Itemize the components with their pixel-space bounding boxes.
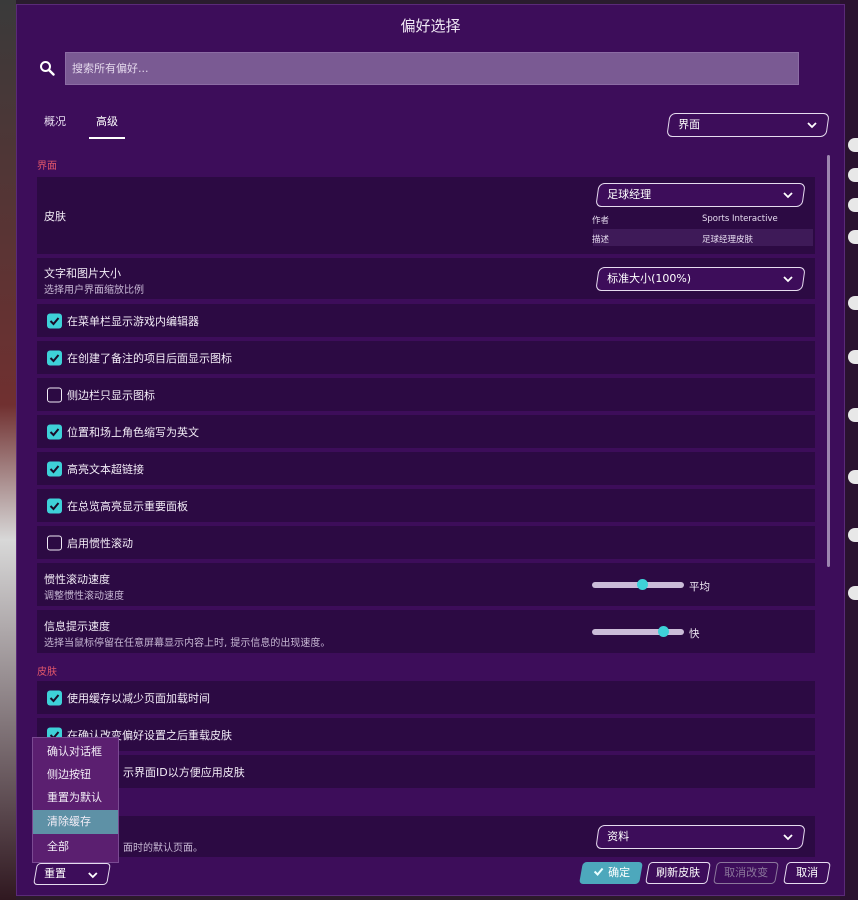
skin-setting-row: 皮肤 足球经理 作者 Sports Interactive 描述 足球经理皮肤 xyxy=(37,177,815,254)
preferences-dialog: 偏好选择 概况 高级 界面 界面 皮肤 足球经理 作者 Sports Inter… xyxy=(16,4,845,896)
slider-knob[interactable] xyxy=(658,626,670,637)
cancel-changes-label: 取消改变 xyxy=(724,866,769,879)
reset-button-label: 重置 xyxy=(44,867,67,880)
chevron-down-icon xyxy=(88,872,98,879)
checkbox-checked-icon[interactable] xyxy=(47,350,62,365)
section-interface: 界面 xyxy=(37,161,57,172)
checkbox-unchecked-icon[interactable] xyxy=(47,535,62,550)
check-icon xyxy=(593,867,603,876)
skin-description-value: 足球经理皮肤 xyxy=(702,235,754,245)
scrollbar[interactable] xyxy=(827,155,830,567)
tooltip-speed-row: 信息提示速度 选择当鼠标停留在任意屏幕显示内容上时, 提示信息的出现速度。 快 xyxy=(37,610,815,653)
checkbox-row[interactable]: 在总览高亮显示重要面板 xyxy=(37,489,815,522)
refresh-skin-button[interactable]: 刷新皮肤 xyxy=(645,862,711,884)
text-size-sub: 选择用户界面缩放比例 xyxy=(44,285,144,296)
menu-item-confirm-dialogs[interactable]: 确认对话框 xyxy=(33,740,118,764)
checkbox-row[interactable]: 在创建了备注的项目后面显示图标 xyxy=(37,341,815,374)
text-size-dropdown[interactable]: 标准大小(100%) xyxy=(595,267,806,291)
checkbox-label: 使用缓存以减少页面加载时间 xyxy=(67,691,210,705)
category-dropdown[interactable]: 界面 xyxy=(666,113,830,137)
checkbox-checked-icon[interactable] xyxy=(47,424,62,439)
chevron-down-icon xyxy=(783,192,793,199)
checkbox-row[interactable]: 在确认改变偏好设置之后重载皮肤 xyxy=(37,718,815,751)
cancel-changes-button[interactable]: 取消改变 xyxy=(713,862,779,884)
skin-dropdown-value: 足球经理 xyxy=(607,188,652,201)
menu-item-side-buttons[interactable]: 侧边按钮 xyxy=(33,763,118,787)
tab-overview[interactable]: 概况 xyxy=(37,115,73,139)
cancel-label: 取消 xyxy=(796,866,819,879)
checkbox-row[interactable]: 使用缓存以减少页面加载时间 xyxy=(37,681,815,714)
default-page-sub: 面时的默认页面。 xyxy=(123,843,203,854)
inertia-speed-sub: 调整惯性滚动速度 xyxy=(44,591,124,602)
chevron-down-icon xyxy=(783,834,793,841)
menu-item-all[interactable]: 全部 xyxy=(33,835,118,859)
checkbox-checked-icon[interactable] xyxy=(47,313,62,328)
checkbox-row[interactable]: 示界面ID以方便应用皮肤 xyxy=(37,755,815,788)
inertia-speed-slider[interactable] xyxy=(592,579,684,590)
checkbox-label: 在菜单栏显示游戏内编辑器 xyxy=(67,314,199,328)
ok-button[interactable]: 确定 xyxy=(579,862,643,884)
chevron-down-icon xyxy=(783,276,793,283)
checkbox-label: 位置和场上角色缩写为英文 xyxy=(67,425,199,439)
text-size-row: 文字和图片大小 选择用户界面缩放比例 标准大小(100%) xyxy=(37,258,815,299)
checkbox-checked-icon[interactable] xyxy=(47,498,62,513)
text-size-dropdown-value: 标准大小(100%) xyxy=(607,272,692,285)
search-icon xyxy=(39,60,55,76)
tooltip-speed-sub: 选择当鼠标停留在任意屏幕显示内容上时, 提示信息的出现速度。 xyxy=(44,638,331,649)
checkbox-label: 在创建了备注的项目后面显示图标 xyxy=(67,351,232,365)
chevron-down-icon xyxy=(807,122,817,129)
skin-setting-label: 皮肤 xyxy=(44,210,66,223)
skin-author-value: Sports Interactive xyxy=(702,214,778,224)
tooltip-speed-label: 信息提示速度 xyxy=(44,620,110,633)
inertia-speed-value: 平均 xyxy=(689,581,710,593)
checkbox-checked-icon[interactable] xyxy=(47,461,62,476)
search-input[interactable] xyxy=(65,52,799,85)
menu-item-reset-default[interactable]: 重置为默认 xyxy=(33,786,118,810)
inertia-speed-label: 惯性滚动速度 xyxy=(44,573,110,586)
checkbox-row[interactable]: 侧边栏只显示图标 xyxy=(37,378,815,411)
default-page-row: 面时的默认页面。 资料 xyxy=(37,816,815,857)
cancel-button[interactable]: 取消 xyxy=(783,862,831,884)
checkbox-label: 示界面ID以方便应用皮肤 xyxy=(123,765,245,779)
checkbox-row[interactable]: 高亮文本超链接 xyxy=(37,452,815,485)
reset-popup-menu: 确认对话框 侧边按钮 重置为默认 清除缓存 全部 xyxy=(32,737,119,863)
background-left-edge xyxy=(0,0,16,900)
skin-author-key: 作者 xyxy=(592,216,610,226)
checkbox-row[interactable]: 位置和场上角色缩写为英文 xyxy=(37,415,815,448)
checkbox-row[interactable]: 在菜单栏显示游戏内编辑器 xyxy=(37,304,815,337)
tab-bar: 概况 高级 xyxy=(37,115,141,141)
slider-knob[interactable] xyxy=(637,579,649,590)
checkbox-checked-icon[interactable] xyxy=(47,690,62,705)
ok-button-label: 确定 xyxy=(607,866,630,879)
checkbox-row[interactable]: 启用惯性滚动 xyxy=(37,526,815,559)
skin-description-key: 描述 xyxy=(592,235,610,245)
tab-advanced[interactable]: 高级 xyxy=(89,115,125,139)
default-page-dropdown[interactable]: 资料 xyxy=(595,825,806,849)
search-bar xyxy=(37,52,799,85)
skin-dropdown[interactable]: 足球经理 xyxy=(595,183,806,207)
default-page-dropdown-value: 资料 xyxy=(607,830,630,843)
inertia-speed-row: 惯性滚动速度 调整惯性滚动速度 平均 xyxy=(37,563,815,606)
text-size-label: 文字和图片大小 xyxy=(44,267,121,280)
checkbox-label: 启用惯性滚动 xyxy=(67,536,133,550)
section-skin: 皮肤 xyxy=(37,667,57,678)
category-dropdown-value: 界面 xyxy=(678,118,701,131)
checkbox-label: 侧边栏只显示图标 xyxy=(67,388,155,402)
dialog-title: 偏好选择 xyxy=(400,17,461,35)
reset-button[interactable]: 重置 xyxy=(33,863,111,885)
tooltip-speed-value: 快 xyxy=(689,628,700,640)
menu-item-clear-cache[interactable]: 清除缓存 xyxy=(33,810,118,834)
checkbox-unchecked-icon[interactable] xyxy=(47,387,62,402)
checkbox-label: 高亮文本超链接 xyxy=(67,462,144,476)
checkbox-label: 在总览高亮显示重要面板 xyxy=(67,499,188,513)
refresh-skin-label: 刷新皮肤 xyxy=(656,866,701,879)
tooltip-speed-slider[interactable] xyxy=(592,626,684,637)
